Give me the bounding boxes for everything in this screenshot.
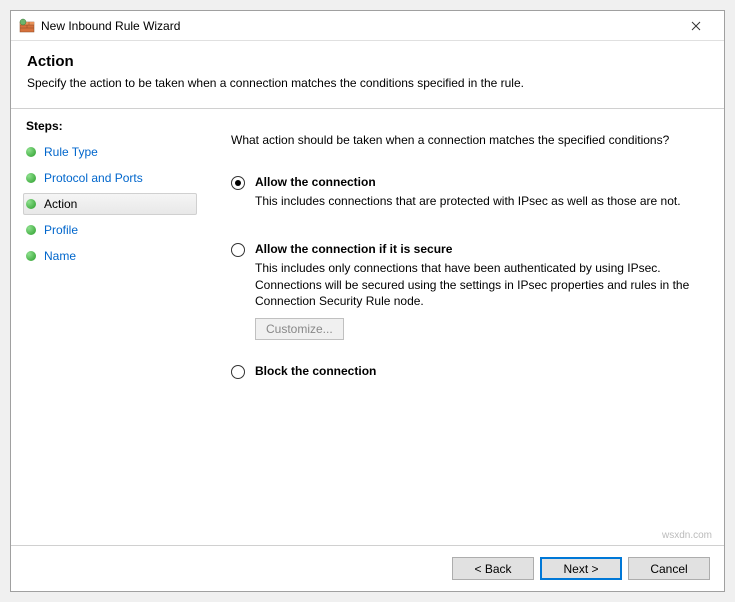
close-button[interactable] — [676, 12, 716, 40]
watermark-text: wsxdn.com — [662, 530, 712, 541]
option-title: Block the connection — [255, 364, 704, 378]
cancel-button[interactable]: Cancel — [628, 557, 710, 580]
wizard-content: Steps: Rule Type Protocol and Ports Acti… — [11, 109, 724, 545]
firewall-icon — [19, 18, 35, 34]
option-body: Block the connection — [255, 364, 704, 382]
step-label: Name — [44, 249, 76, 263]
option-body: Allow the connection This includes conne… — [255, 175, 704, 218]
close-icon — [691, 21, 701, 31]
step-action[interactable]: Action — [23, 193, 197, 215]
option-body: Allow the connection if it is secure Thi… — [255, 242, 704, 340]
next-button[interactable]: Next > — [540, 557, 622, 580]
step-name[interactable]: Name — [23, 245, 197, 267]
wizard-header: Action Specify the action to be taken wh… — [11, 41, 724, 109]
steps-sidebar: Steps: Rule Type Protocol and Ports Acti… — [11, 109, 201, 545]
action-prompt: What action should be taken when a conne… — [231, 133, 704, 147]
option-title: Allow the connection — [255, 175, 704, 189]
option-allow-secure: Allow the connection if it is secure Thi… — [231, 242, 704, 340]
radio-allow-secure[interactable] — [231, 243, 245, 257]
step-label: Rule Type — [44, 145, 98, 159]
step-bullet-icon — [26, 199, 36, 209]
step-bullet-icon — [26, 147, 36, 157]
back-button[interactable]: < Back — [452, 557, 534, 580]
option-allow: Allow the connection This includes conne… — [231, 175, 704, 218]
page-description: Specify the action to be taken when a co… — [27, 76, 708, 90]
radio-block[interactable] — [231, 365, 245, 379]
wizard-window: New Inbound Rule Wizard Action Specify t… — [10, 10, 725, 592]
step-label: Profile — [44, 223, 78, 237]
steps-heading: Steps: — [23, 119, 197, 133]
radio-allow[interactable] — [231, 176, 245, 190]
page-title: Action — [27, 53, 708, 70]
main-panel: What action should be taken when a conne… — [201, 109, 724, 545]
step-bullet-icon — [26, 251, 36, 261]
wizard-footer: < Back Next > Cancel — [11, 545, 724, 591]
step-rule-type[interactable]: Rule Type — [23, 141, 197, 163]
step-bullet-icon — [26, 225, 36, 235]
option-description: This includes only connections that have… — [255, 260, 704, 310]
window-title: New Inbound Rule Wizard — [41, 19, 676, 33]
option-block: Block the connection — [231, 364, 704, 382]
option-title: Allow the connection if it is secure — [255, 242, 704, 256]
customize-button: Customize... — [255, 318, 344, 340]
step-profile[interactable]: Profile — [23, 219, 197, 241]
titlebar: New Inbound Rule Wizard — [11, 11, 724, 41]
step-label: Protocol and Ports — [44, 171, 143, 185]
step-bullet-icon — [26, 173, 36, 183]
step-protocol-ports[interactable]: Protocol and Ports — [23, 167, 197, 189]
option-description: This includes connections that are prote… — [255, 193, 704, 210]
step-label: Action — [44, 197, 77, 211]
